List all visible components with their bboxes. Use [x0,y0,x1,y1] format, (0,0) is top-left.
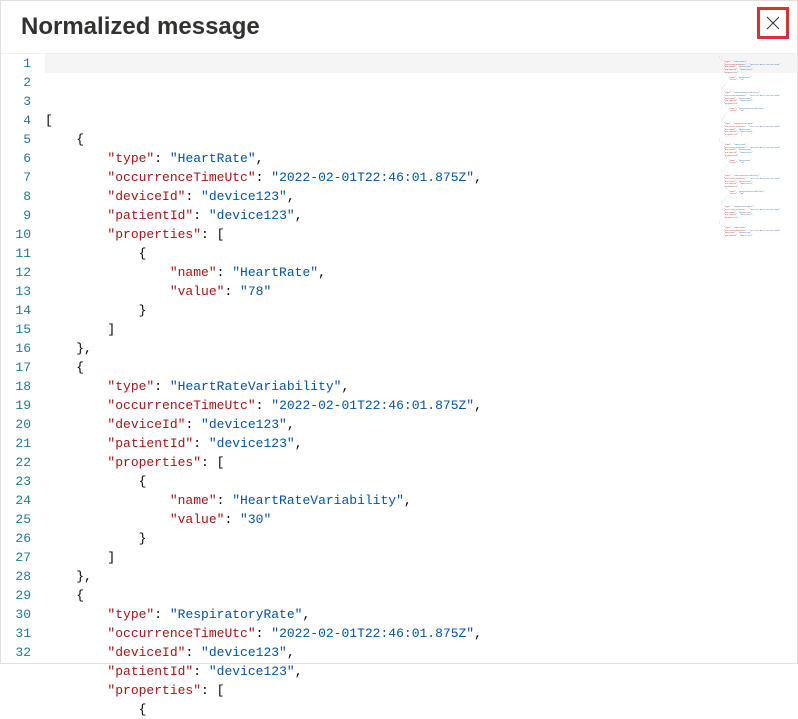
line-number: 20 [1,415,31,434]
line-number: 4 [1,111,31,130]
code-line: "type": "HeartRate", [45,149,797,168]
code-line: "name": "HeartRate", [45,263,797,282]
code-line: "occurrenceTimeUtc": "2022-02-01T22:46:0… [45,624,797,643]
line-number: 13 [1,282,31,301]
code-line: ] [45,320,797,339]
dialog-title: Normalized message [21,13,260,41]
code-line: "name": "HeartRateVariability", [45,491,797,510]
line-number: 30 [1,605,31,624]
code-line: } [45,301,797,320]
code-line: { [45,244,797,263]
line-number: 23 [1,472,31,491]
line-number: 15 [1,320,31,339]
line-number: 9 [1,206,31,225]
code-line: "occurrenceTimeUtc": "2022-02-01T22:46:0… [45,396,797,415]
code-line: { [45,358,797,377]
line-number: 7 [1,168,31,187]
code-line: "value": "30" [45,510,797,529]
line-number: 31 [1,624,31,643]
code-line: { [45,700,797,719]
line-number-gutter: 1234567891011121314151617181920212223242… [1,54,45,657]
line-number: 2 [1,73,31,92]
line-number: 11 [1,244,31,263]
code-line: "properties": [ [45,681,797,700]
line-number: 28 [1,567,31,586]
code-line: "deviceId": "device123", [45,643,797,662]
current-line-highlight [45,54,797,73]
line-number: 25 [1,510,31,529]
line-number: 21 [1,434,31,453]
code-line: "properties": [ [45,225,797,244]
code-line: "properties": [ [45,453,797,472]
code-line: } [45,529,797,548]
line-number: 27 [1,548,31,567]
line-number: 5 [1,130,31,149]
line-number: 12 [1,263,31,282]
line-number: 32 [1,643,31,662]
line-number: 19 [1,396,31,415]
code-line: [ [45,111,797,130]
line-number: 10 [1,225,31,244]
code-editor[interactable]: 1234567891011121314151617181920212223242… [1,53,797,657]
line-number: 22 [1,453,31,472]
code-content[interactable]: [ { "type": "HeartRate", "occurrenceTime… [45,54,797,657]
code-line: }, [45,339,797,358]
code-line: "type": "HeartRateVariability", [45,377,797,396]
code-line: "type": "RespiratoryRate", [45,605,797,624]
code-line: { [45,586,797,605]
line-number: 8 [1,187,31,206]
line-number: 6 [1,149,31,168]
line-number: 17 [1,358,31,377]
code-line: "deviceId": "device123", [45,187,797,206]
code-line: "value": "78" [45,282,797,301]
code-line: ] [45,548,797,567]
line-number: 26 [1,529,31,548]
line-number: 29 [1,586,31,605]
code-line: "patientId": "device123", [45,206,797,225]
close-button[interactable] [757,7,789,39]
line-number: 3 [1,92,31,111]
code-line: }, [45,567,797,586]
line-number: 16 [1,339,31,358]
line-number: 24 [1,491,31,510]
code-line: "deviceId": "device123", [45,415,797,434]
line-number: 1 [1,54,31,73]
code-line: "patientId": "device123", [45,434,797,453]
code-line: "patientId": "device123", [45,662,797,681]
code-line: "occurrenceTimeUtc": "2022-02-01T22:46:0… [45,168,797,187]
close-icon [766,16,780,30]
code-line: { [45,472,797,491]
line-number: 18 [1,377,31,396]
line-number: 14 [1,301,31,320]
dialog-header: Normalized message [1,1,797,53]
code-line: { [45,130,797,149]
